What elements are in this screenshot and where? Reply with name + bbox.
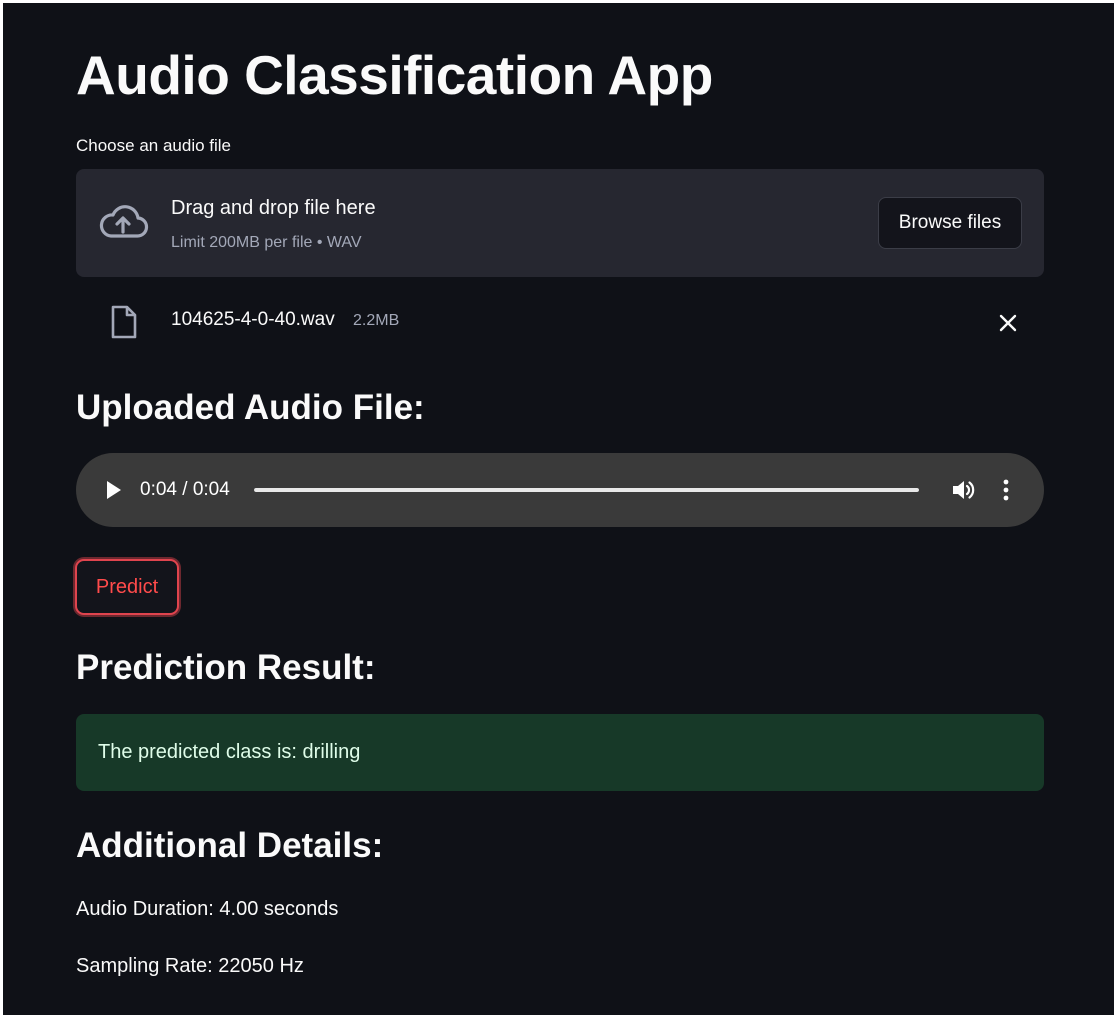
audio-duration-text: Audio Duration: 4.00 seconds <box>76 898 339 920</box>
sampling-rate-text: Sampling Rate: 22050 Hz <box>76 955 304 977</box>
additional-details-heading: Additional Details: <box>76 826 384 865</box>
play-icon[interactable] <box>104 479 124 501</box>
prediction-message: The predicted class is: drilling <box>98 741 361 763</box>
cloud-upload-icon <box>99 205 149 238</box>
app-container: Audio Classification App Choose an audio… <box>3 3 1114 1015</box>
browse-files-button[interactable]: Browse files <box>878 197 1022 249</box>
page-title: Audio Classification App <box>76 44 713 106</box>
file-dropzone[interactable]: Drag and drop file here Limit 200MB per … <box>76 169 1044 277</box>
prediction-success-alert: The predicted class is: drilling <box>76 714 1044 791</box>
volume-icon[interactable] <box>950 477 976 503</box>
close-icon[interactable] <box>996 311 1020 335</box>
prediction-result-heading: Prediction Result: <box>76 648 376 687</box>
audio-time-display: 0:04 / 0:04 <box>140 479 230 500</box>
file-icon <box>111 305 137 339</box>
uploaded-file-row: 104625-4-0-40.wav 2.2MB <box>76 299 1044 345</box>
uploaded-file-name: 104625-4-0-40.wav <box>171 309 335 330</box>
audio-progress-fill <box>254 488 919 492</box>
dropzone-instructions: Drag and drop file here <box>171 197 376 219</box>
uploaded-audio-heading: Uploaded Audio File: <box>76 388 425 427</box>
file-uploader-label: Choose an audio file <box>76 136 232 155</box>
uploaded-file-size: 2.2MB <box>353 312 400 329</box>
dropzone-limit-text: Limit 200MB per file • WAV <box>171 234 362 251</box>
more-options-icon[interactable] <box>1001 477 1011 503</box>
audio-player[interactable]: 0:04 / 0:04 <box>76 453 1044 527</box>
predict-button[interactable]: Predict <box>75 559 179 615</box>
audio-progress-bar[interactable] <box>254 488 919 492</box>
